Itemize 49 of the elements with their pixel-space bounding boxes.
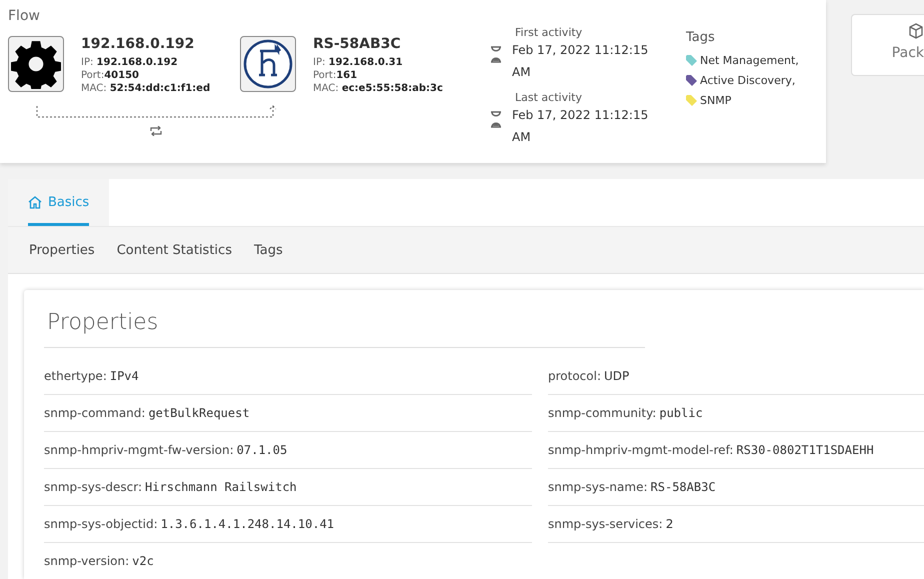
- port-line: Port:161: [313, 70, 358, 81]
- property-value: 2: [666, 517, 674, 531]
- property-key: protocol:: [548, 369, 601, 383]
- activity-label: First activity: [515, 26, 584, 39]
- tags-title: Tags: [686, 30, 716, 45]
- swap-icon: [150, 126, 162, 136]
- property-value: 1.3.6.1.4.1.248.14.10.41: [160, 517, 334, 531]
- property-key: snmp-community:: [548, 406, 656, 420]
- ip-line: IP: 192.168.0.192: [81, 57, 179, 68]
- property-value: getBulkRequest: [148, 406, 250, 420]
- property-value: 07.1.05: [236, 443, 288, 457]
- tag-label: SNMP: [700, 94, 732, 107]
- ip-line: IP: 192.168.0.31: [313, 57, 404, 68]
- host-name: RS-58AB3C: [313, 36, 402, 52]
- property-key: snmp-sys-services:: [548, 517, 663, 531]
- mac-line: MAC: ec:e5:55:58:ab:3c: [313, 83, 443, 94]
- section-link[interactable]: Content Statistics: [116, 242, 244, 258]
- property-key: snmp-sys-descr:: [44, 480, 142, 494]
- property-value: v2c: [132, 554, 154, 568]
- property-key: snmp-hmpriv-mgmt-model-ref:: [548, 443, 734, 457]
- property-value: Hirschmann Railswitch: [145, 480, 297, 494]
- home-icon: [28, 196, 42, 209]
- property-key: snmp-hmpriv-mgmt-fw-version:: [44, 443, 234, 457]
- property-value: UDP: [604, 369, 630, 383]
- host-name: 192.168.0.192: [81, 36, 196, 52]
- property-value: public: [659, 406, 703, 420]
- property-key: snmp-sys-objectid:: [44, 517, 158, 531]
- section-link[interactable]: Properties: [29, 242, 107, 258]
- hourglass-icon: [490, 111, 502, 128]
- card-title: Properties: [44, 310, 645, 348]
- packets-label: Pack: [892, 45, 924, 61]
- cube-icon: [908, 23, 924, 39]
- property-value: RS30-0802T1T1SDAEHH: [736, 443, 874, 457]
- property-key: snmp-sys-name:: [548, 480, 648, 494]
- tag-label: Net Management,: [700, 54, 799, 67]
- mac-line: MAC: 52:54:dd:c1:f1:ed: [81, 83, 210, 94]
- activity-time: Feb 17, 2022 11:12:15 AM: [512, 107, 650, 146]
- property-key: snmp-version:: [44, 554, 130, 568]
- flow-title: Flow: [8, 8, 41, 24]
- property-value: RS-58AB3C: [650, 480, 716, 494]
- hourglass-icon: [490, 46, 502, 63]
- tag-label: Active Discovery,: [700, 74, 796, 87]
- activity-label: Last activity: [515, 91, 583, 104]
- activity-time: Feb 17, 2022 11:12:15 AM: [512, 42, 650, 81]
- port-line: Port:40150: [81, 70, 140, 81]
- property-value: IPv4: [110, 369, 139, 383]
- section-link[interactable]: Tags: [254, 242, 295, 258]
- property-key: snmp-command:: [44, 406, 146, 420]
- property-key: ethertype:: [44, 369, 107, 383]
